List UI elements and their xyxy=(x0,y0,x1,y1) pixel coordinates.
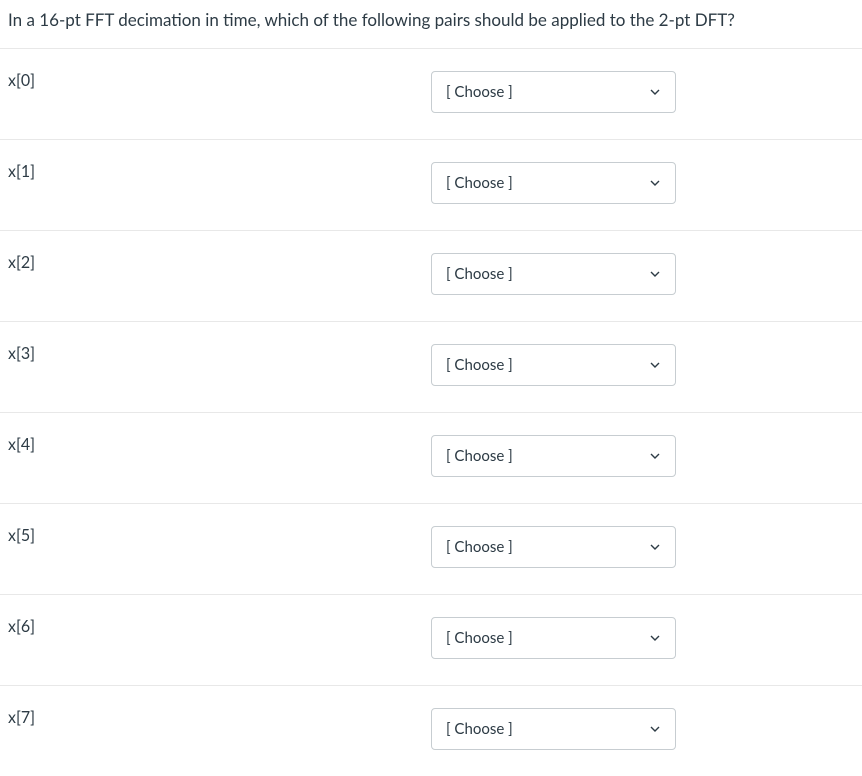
chevron-down-icon xyxy=(649,541,661,553)
answer-label: x[7] xyxy=(8,708,431,727)
answer-row: x[3] [ Choose ] xyxy=(0,321,862,412)
chevron-down-icon xyxy=(649,450,661,462)
answer-label: x[4] xyxy=(8,435,431,454)
answer-label: x[1] xyxy=(8,162,431,181)
choose-dropdown[interactable]: [ Choose ] xyxy=(431,708,676,750)
answer-label: x[6] xyxy=(8,617,431,636)
choose-dropdown[interactable]: [ Choose ] xyxy=(431,162,676,204)
answer-label: x[0] xyxy=(8,71,431,90)
choose-dropdown[interactable]: [ Choose ] xyxy=(431,435,676,477)
answer-label: x[3] xyxy=(8,344,431,363)
answer-row: x[4] [ Choose ] xyxy=(0,412,862,503)
answer-row: x[6] [ Choose ] xyxy=(0,594,862,685)
choose-dropdown[interactable]: [ Choose ] xyxy=(431,617,676,659)
select-placeholder: [ Choose ] xyxy=(446,720,649,738)
answer-row: x[5] [ Choose ] xyxy=(0,503,862,594)
answer-row: x[7] [ Choose ] xyxy=(0,685,862,776)
chevron-down-icon xyxy=(649,177,661,189)
chevron-down-icon xyxy=(649,359,661,371)
select-placeholder: [ Choose ] xyxy=(446,538,649,556)
choose-dropdown[interactable]: [ Choose ] xyxy=(431,71,676,113)
answer-label: x[5] xyxy=(8,526,431,545)
chevron-down-icon xyxy=(649,86,661,98)
chevron-down-icon xyxy=(649,268,661,280)
question-prompt: In a 16-pt FFT decimation in time, which… xyxy=(0,0,862,48)
chevron-down-icon xyxy=(649,723,661,735)
answer-row: x[2] [ Choose ] xyxy=(0,230,862,321)
select-placeholder: [ Choose ] xyxy=(446,83,649,101)
select-placeholder: [ Choose ] xyxy=(446,356,649,374)
chevron-down-icon xyxy=(649,632,661,644)
select-placeholder: [ Choose ] xyxy=(446,174,649,192)
choose-dropdown[interactable]: [ Choose ] xyxy=(431,253,676,295)
choose-dropdown[interactable]: [ Choose ] xyxy=(431,344,676,386)
select-placeholder: [ Choose ] xyxy=(446,447,649,465)
select-placeholder: [ Choose ] xyxy=(446,629,649,647)
answer-row: x[0] [ Choose ] xyxy=(0,48,862,139)
choose-dropdown[interactable]: [ Choose ] xyxy=(431,526,676,568)
select-placeholder: [ Choose ] xyxy=(446,265,649,283)
answer-label: x[2] xyxy=(8,253,431,272)
answer-row: x[1] [ Choose ] xyxy=(0,139,862,230)
